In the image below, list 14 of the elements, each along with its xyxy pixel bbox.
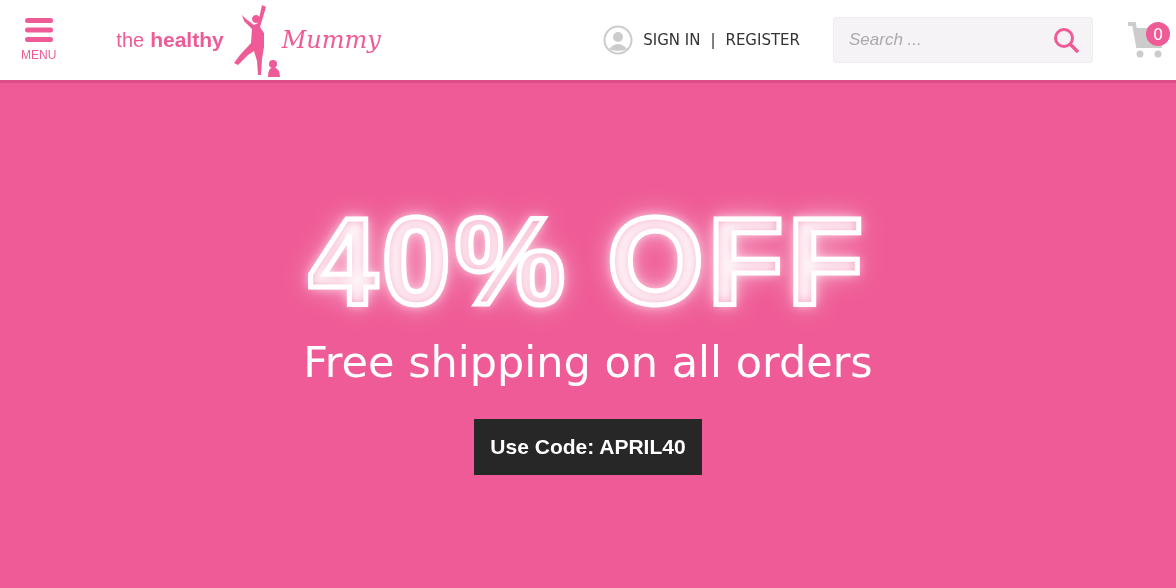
logo-text: the bbox=[116, 28, 145, 52]
sign-in-link[interactable]: SIGN IN bbox=[643, 31, 701, 49]
logo-text: Mummy bbox=[281, 26, 381, 54]
menu-icon bbox=[23, 18, 54, 42]
logo-text: healthy bbox=[150, 28, 224, 52]
search-icon[interactable] bbox=[1053, 27, 1079, 53]
search-field[interactable]: Search ... bbox=[833, 17, 1093, 63]
separator-text: | bbox=[710, 31, 716, 49]
cart-count-badge: 0 bbox=[1146, 22, 1170, 46]
promo-code-label: Use Code: APRIL40 bbox=[474, 419, 702, 475]
user-avatar-icon bbox=[603, 25, 634, 55]
register-link[interactable]: REGISTER bbox=[725, 31, 800, 49]
subheadline-text: Free shipping on all orders bbox=[303, 337, 873, 387]
headline-text: 40% OFF bbox=[308, 199, 868, 323]
